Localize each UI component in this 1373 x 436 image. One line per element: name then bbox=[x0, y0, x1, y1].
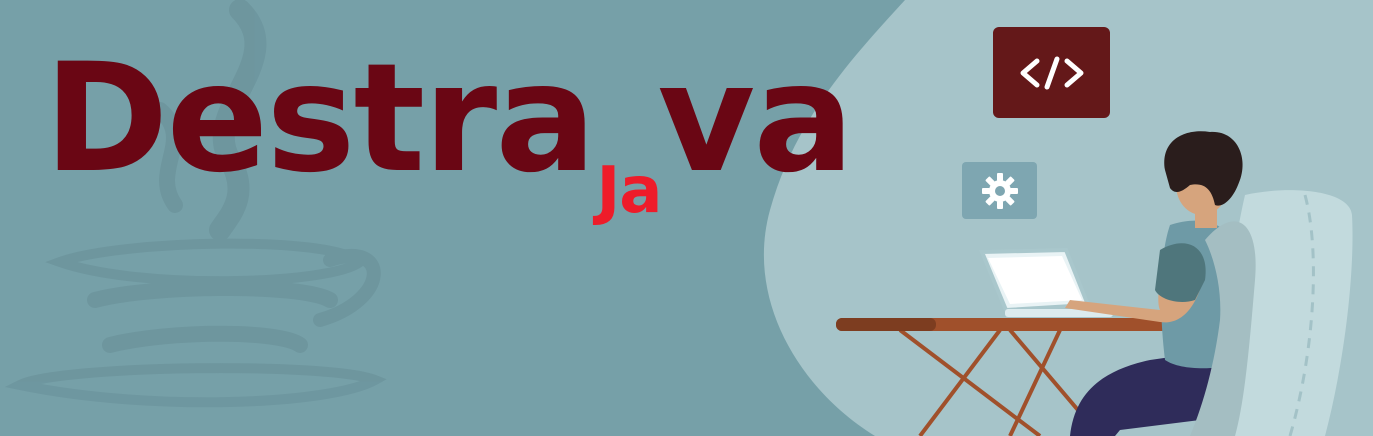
gear-icon bbox=[981, 172, 1018, 209]
logo-text-ja: Ja bbox=[596, 154, 662, 228]
code-brackets-icon bbox=[1020, 56, 1083, 89]
code-badge bbox=[993, 27, 1110, 118]
hero-banner: DestraJava bbox=[0, 0, 1373, 436]
logo-text-va: va bbox=[657, 32, 854, 206]
brand-logo: DestraJava bbox=[44, 32, 854, 223]
logo-text-destra: Destra bbox=[44, 32, 596, 206]
gear-badge bbox=[962, 162, 1037, 219]
person-sleeve bbox=[1155, 243, 1206, 302]
